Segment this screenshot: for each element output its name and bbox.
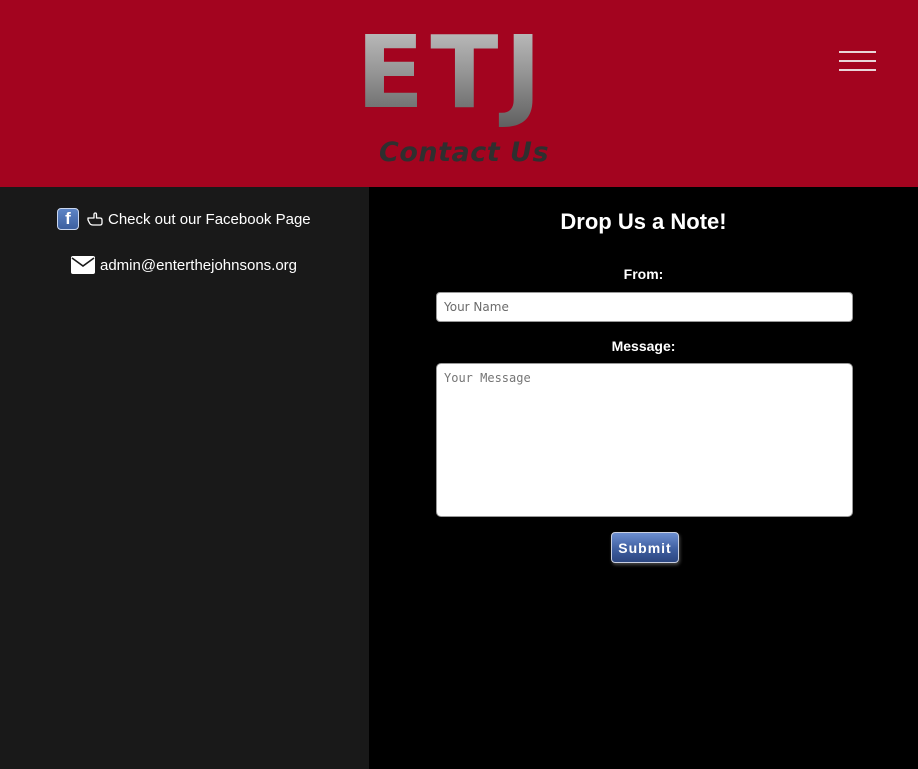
site-logo[interactable]: ETJ [356, 14, 556, 134]
email-link[interactable]: admin@enterthejohnsons.org [71, 255, 297, 275]
logo-text: ETJ [356, 14, 548, 131]
facebook-icon: f [57, 208, 79, 230]
pointing-hand-icon [87, 212, 103, 226]
facebook-glyph: f [65, 209, 71, 228]
menu-bar [839, 69, 876, 71]
submit-button[interactable]: Submit [611, 532, 679, 563]
envelope-icon [71, 256, 95, 274]
facebook-page-link[interactable]: f Check out our Facebook Page [57, 207, 311, 231]
facebook-link-label: Check out our Facebook Page [108, 210, 311, 228]
hamburger-menu-icon[interactable] [838, 48, 878, 74]
contact-form-panel: Drop Us a Note! From: Message: Submit [369, 187, 918, 769]
from-label: From: [623, 266, 664, 282]
form-title: Drop Us a Note! [560, 209, 727, 234]
message-textarea[interactable] [436, 363, 853, 517]
menu-bar [839, 60, 876, 62]
menu-bar [839, 51, 876, 53]
email-address: admin@enterthejohnsons.org [100, 256, 298, 274]
site-header: ETJ Contact Us [0, 0, 918, 187]
message-label: Message: [611, 338, 676, 354]
contact-sidebar: f Check out our Facebook Page admin@ente… [0, 187, 369, 769]
page-title: Contact Us [379, 137, 550, 168]
name-input[interactable] [436, 292, 853, 322]
